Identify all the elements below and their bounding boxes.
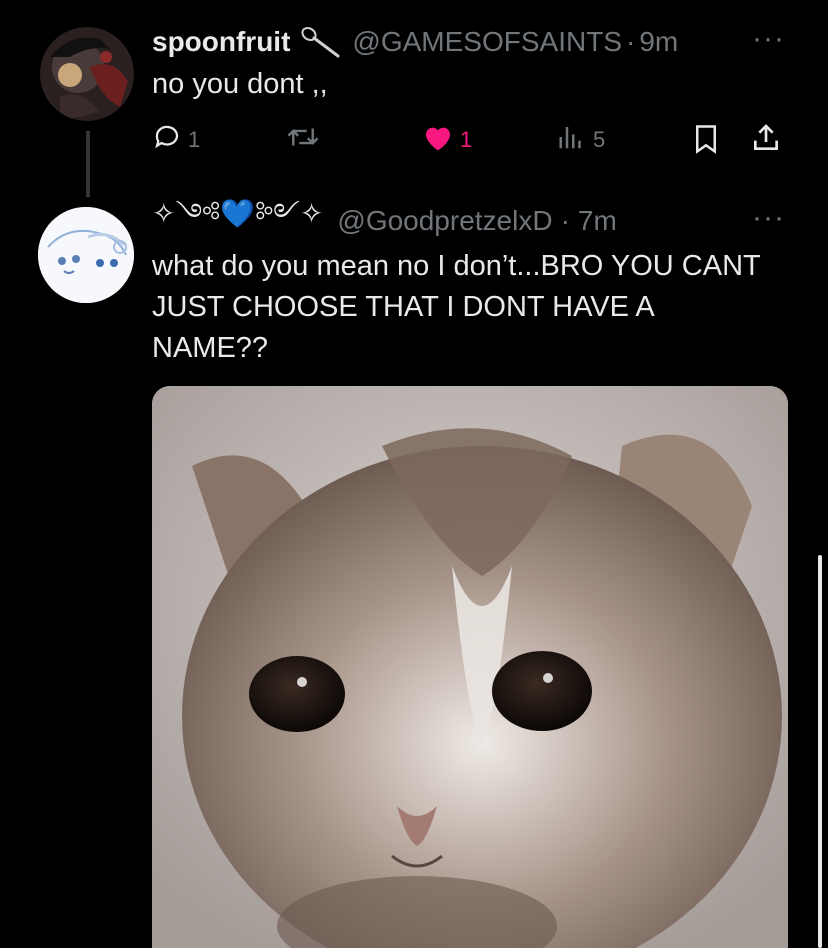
share-icon[interactable] [750, 122, 782, 159]
like-button[interactable]: 1 [422, 122, 472, 158]
views-button[interactable]: 5 [557, 122, 605, 158]
views-count: 5 [593, 127, 606, 152]
display-name[interactable]: spoonfruit [152, 26, 290, 58]
reply-button[interactable]: 1 [152, 122, 200, 158]
retweet-icon [286, 122, 320, 158]
avatar-goodpretzel[interactable] [38, 207, 134, 303]
reply-icon [152, 122, 182, 158]
avatar-spoonfruit[interactable] [40, 27, 134, 121]
like-count: 1 [460, 127, 473, 152]
thread-line [86, 131, 90, 197]
spoon-icon [300, 25, 342, 59]
timestamp[interactable]: 9m [639, 26, 678, 58]
tweet-media-image[interactable] [152, 386, 788, 948]
more-options-icon[interactable]: ··· [752, 22, 785, 56]
retweet-button[interactable] [286, 122, 326, 158]
user-handle[interactable]: @GoodpretzelxD [337, 205, 552, 237]
scrollbar[interactable] [818, 555, 822, 948]
tweet-text: what do you mean no I don’t...BRO YOU CA… [152, 250, 761, 364]
separator-dot: · [560, 205, 570, 236]
tweet-text: no you dont ,, [152, 68, 328, 100]
bookmark-icon[interactable] [692, 124, 720, 159]
more-options-icon[interactable]: ··· [752, 201, 785, 235]
timestamp[interactable]: 7m [578, 205, 617, 237]
tweet-header: spoonfruit @GAMESOFSAINTS · 9m [152, 22, 678, 62]
separator-dot: · [626, 26, 636, 57]
user-handle[interactable]: @GAMESOFSAINTS [352, 26, 622, 58]
heart-icon [422, 122, 454, 158]
reply-count: 1 [188, 127, 201, 152]
analytics-icon [557, 122, 587, 158]
tweet-header: ✧༺💙༻✧ @GoodpretzelxD · 7m [152, 198, 617, 241]
